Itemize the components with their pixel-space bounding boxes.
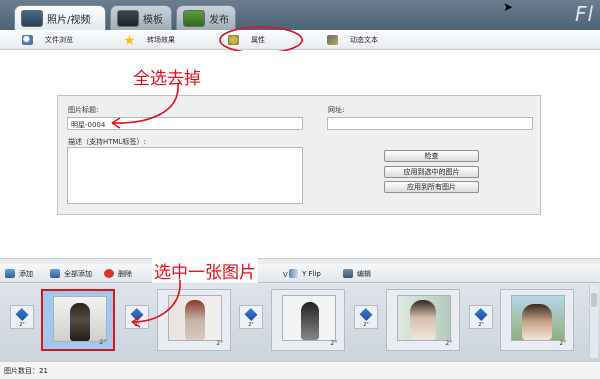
title-label: 图片标题:	[68, 106, 99, 114]
photo-image	[397, 295, 451, 341]
delete-icon	[104, 269, 114, 278]
add-icon	[5, 269, 15, 278]
transition-item[interactable]: 2"	[239, 305, 263, 329]
sub-tab-bar: 文件浏览 转场效果 属性 动态文本	[0, 26, 600, 54]
film-icon	[21, 10, 43, 27]
thumbnail-duration: 2"	[330, 340, 337, 347]
photo-thumbnail[interactable]: 2"	[500, 289, 574, 351]
person-figure	[301, 302, 319, 340]
flip-button-partial[interactable]: V	[283, 269, 288, 280]
apply-all-button[interactable]: 应用到所有图片	[384, 181, 479, 193]
star-icon	[124, 35, 135, 45]
tab-label: 照片/视频	[47, 14, 91, 26]
transition-icon	[15, 307, 29, 322]
transition-duration: 2"	[19, 322, 25, 328]
thumbnail-duration: 2"	[216, 340, 223, 347]
edit-icon	[343, 269, 353, 278]
subtab-dynamic-text[interactable]: 动态文本	[327, 33, 378, 47]
photo-toolbar: 添加 全部添加 删除 V Y Flip 编辑	[0, 264, 600, 283]
photo-thumbnail-selected[interactable]: 2"	[41, 289, 115, 351]
edit-button[interactable]: 编辑	[343, 268, 371, 279]
transition-icon	[359, 307, 373, 322]
add-label: 添加	[19, 269, 33, 278]
person-figure	[70, 303, 90, 341]
subtab-transition[interactable]: 转场效果	[124, 33, 175, 47]
person-figure	[410, 300, 436, 340]
annotation-arrow-2	[131, 279, 181, 328]
tab-label: 发布	[209, 14, 229, 26]
status-bar: 图片数目：21	[0, 361, 600, 379]
app-logo: Fl	[574, 2, 594, 26]
transition-icon	[474, 307, 488, 322]
subtab-label: 动态文本	[350, 36, 378, 44]
strip-scrollbar[interactable]	[589, 285, 598, 358]
add-all-label: 全部添加	[64, 269, 92, 278]
person-figure	[522, 304, 552, 340]
edit-label: 编辑	[357, 269, 371, 278]
thumbnail-strip: 2" 2" 2" 2" 2" 2" 2" 2" 2" 2"	[0, 283, 600, 361]
transition-duration: 2"	[363, 322, 369, 328]
publish-icon	[183, 10, 205, 27]
tab-template[interactable]: 模板	[110, 5, 172, 30]
thumbnail-duration: 2"	[445, 340, 452, 347]
transition-item[interactable]: 2"	[10, 305, 34, 329]
url-field[interactable]	[327, 117, 533, 130]
subtab-label: 转场效果	[147, 36, 175, 44]
photo-thumbnail[interactable]: 2"	[271, 289, 345, 351]
apply-selected-button[interactable]: 应用到选中的图片	[384, 166, 479, 178]
tab-label: 模板	[143, 14, 163, 26]
subtab-label: 文件浏览	[45, 36, 73, 44]
photo-image	[53, 296, 107, 342]
transition-item[interactable]: 2"	[354, 305, 378, 329]
add-all-button[interactable]: 全部添加	[50, 268, 92, 279]
magnifier-icon	[22, 35, 33, 45]
photo-image	[511, 295, 565, 341]
mouse-cursor-icon: ➤	[503, 0, 514, 14]
annotation-arrow-1	[111, 83, 179, 129]
transition-icon	[244, 307, 258, 322]
check-button[interactable]: 检查	[384, 150, 479, 162]
y-flip-button[interactable]: Y Flip	[289, 268, 321, 279]
pen-icon	[327, 35, 338, 45]
transition-duration: 2"	[478, 322, 484, 328]
template-icon	[117, 10, 139, 27]
description-textarea[interactable]	[67, 147, 303, 204]
photo-count: 图片数目：21	[4, 367, 48, 375]
thumbnail-duration: 2"	[559, 340, 566, 347]
thumbnail-duration: 2"	[99, 339, 106, 346]
photo-image	[282, 295, 336, 341]
photo-thumbnail[interactable]: 2"	[386, 289, 460, 351]
y-flip-label: Y Flip	[302, 269, 321, 278]
flip-icon	[289, 269, 298, 278]
scrollbar-thumb[interactable]	[591, 293, 597, 307]
url-label: 网址:	[328, 106, 345, 114]
transition-duration: 2"	[248, 322, 254, 328]
add-button[interactable]: 添加	[5, 268, 33, 279]
add-all-icon	[50, 269, 60, 278]
tab-photo-video[interactable]: 照片/视频	[14, 5, 106, 30]
description-label: 描述（支持HTML标签）:	[68, 138, 146, 146]
transition-item[interactable]: 2"	[469, 305, 493, 329]
subtab-file-browse[interactable]: 文件浏览	[22, 33, 73, 47]
